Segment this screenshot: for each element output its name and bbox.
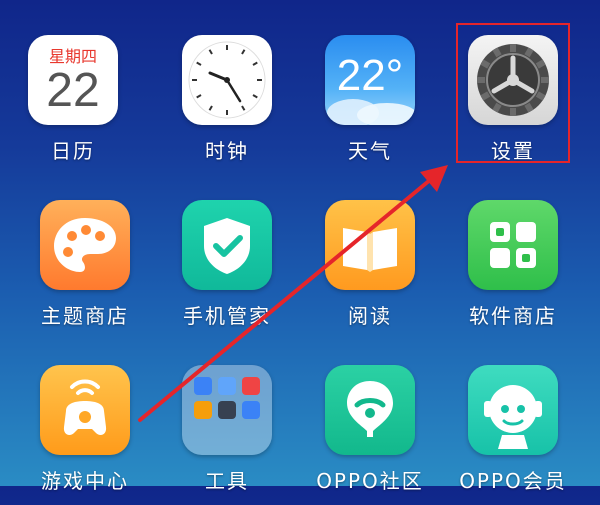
app-oppo-community[interactable]: OPPO社区 [305,365,435,505]
app-label: 软件商店 [469,304,557,328]
app-calendar[interactable]: 星期四 22 日历 [8,35,138,175]
app-label: 手机管家 [183,304,271,328]
palette-icon [40,200,130,290]
app-grid-icon [468,200,558,290]
app-label: 天气 [348,139,392,163]
app-label: 日历 [51,139,95,163]
app-phone-manager[interactable]: 手机管家 [162,200,292,340]
app-clock[interactable]: 时钟 [162,35,292,175]
folder-icon [182,365,272,455]
app-label: 游戏中心 [41,469,129,493]
app-label: 时钟 [205,139,249,163]
settings-highlight-box [456,23,570,163]
app-theme-store[interactable]: 主题商店 [20,200,150,340]
app-weather[interactable]: 22° 天气 [305,35,435,175]
app-oppo-member[interactable]: OPPO会员 [448,365,578,505]
app-label: OPPO社区 [316,469,424,493]
app-software-store[interactable]: 软件商店 [448,200,578,340]
calendar-day: 22 [46,64,100,117]
robot-face-icon [468,365,558,455]
app-game-center[interactable]: 游戏中心 [20,365,150,505]
weather-icon: 22° [325,35,415,125]
weather-temperature: 22° [336,51,404,100]
app-label: 工具 [205,469,249,493]
calendar-icon: 星期四 22 [28,35,118,125]
balloon-icon [325,365,415,455]
book-icon [325,200,415,290]
gamepad-icon [40,365,130,455]
app-label: OPPO会员 [459,469,567,493]
app-label: 阅读 [348,304,392,328]
shield-check-icon [182,200,272,290]
app-tools[interactable]: 工具 [162,365,292,505]
clock-icon [182,35,272,125]
app-label: 主题商店 [41,304,129,328]
app-reader[interactable]: 阅读 [305,200,435,340]
